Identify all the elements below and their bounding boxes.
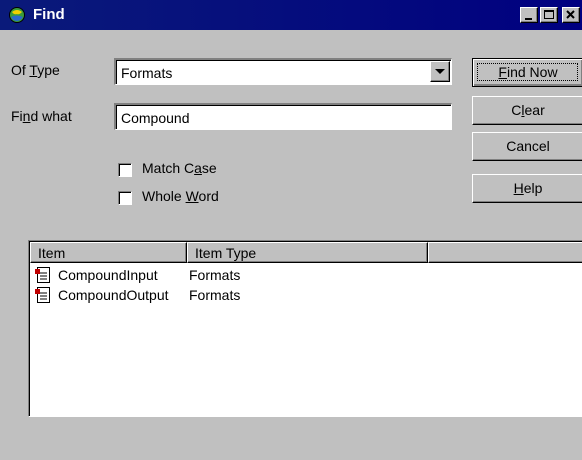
dropdown-arrow-button[interactable] <box>430 61 450 82</box>
minimize-icon <box>525 18 532 20</box>
help-label: Help <box>513 180 543 196</box>
cancel-label: Cancel <box>506 138 550 154</box>
find-now-button[interactable]: Find Now <box>472 58 582 87</box>
whole-word-label[interactable]: Whole Word <box>142 188 219 204</box>
match-case-checkbox[interactable] <box>118 163 132 177</box>
window-title: Find <box>33 6 65 23</box>
item-type: Formats <box>189 287 241 303</box>
cancel-button[interactable]: Cancel <box>472 132 582 161</box>
chevron-down-icon <box>435 69 445 74</box>
whole-word-checkbox[interactable] <box>118 191 132 205</box>
minimize-button[interactable] <box>520 7 538 23</box>
close-button[interactable] <box>562 7 580 23</box>
maximize-button[interactable] <box>540 7 558 23</box>
clear-label: Clear <box>511 102 545 118</box>
maximize-icon <box>544 10 554 19</box>
of-type-label: Of Type <box>11 62 60 78</box>
close-icon <box>566 10 575 19</box>
item-name: CompoundInput <box>58 267 158 283</box>
column-header-extra[interactable] <box>428 242 582 263</box>
find-what-label: Find what <box>11 108 72 124</box>
item-name: CompoundOutput <box>58 287 169 303</box>
format-document-icon <box>35 287 50 303</box>
help-button[interactable]: Help <box>472 174 582 203</box>
column-header-item[interactable]: Item <box>30 242 187 263</box>
find-app-icon <box>9 7 25 23</box>
results-list[interactable]: Item Item Type CompoundInput Formats Com… <box>28 240 582 417</box>
of-type-dropdown[interactable]: Formats <box>114 58 452 85</box>
item-type: Formats <box>189 267 241 283</box>
find-what-input[interactable]: Compound <box>114 103 452 130</box>
of-type-value: Formats <box>121 65 173 81</box>
focus-rectangle <box>477 63 578 81</box>
title-bar: Find <box>0 0 582 30</box>
match-case-label[interactable]: Match Case <box>142 160 217 176</box>
format-document-icon <box>35 267 50 283</box>
clear-button[interactable]: Clear <box>472 96 582 125</box>
column-header-item-type[interactable]: Item Type <box>187 242 428 263</box>
find-what-value: Compound <box>121 110 190 126</box>
